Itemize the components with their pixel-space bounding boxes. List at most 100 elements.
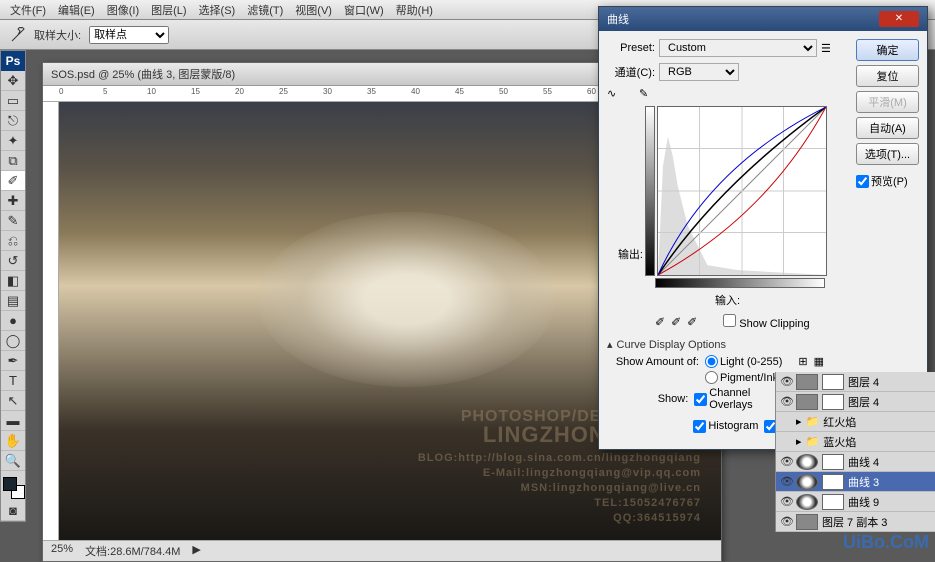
reset-button[interactable]: 复位 (856, 65, 919, 87)
path-tool[interactable]: ↖ (1, 391, 25, 411)
layer-thumb[interactable] (796, 394, 818, 410)
adjustment-thumb[interactable] (796, 454, 818, 470)
preview-checkbox[interactable] (856, 175, 869, 188)
ruler-vertical[interactable] (43, 102, 59, 540)
mask-thumb[interactable] (822, 494, 844, 510)
menu-select[interactable]: 选择(S) (193, 2, 242, 18)
preset-select[interactable]: Custom (659, 39, 817, 57)
blur-tool[interactable]: ● (1, 311, 25, 331)
layer-thumb[interactable] (796, 514, 818, 530)
grid-detail-icon[interactable]: ▦ (814, 355, 824, 368)
mask-thumb[interactable] (822, 474, 844, 490)
layer-row[interactable]: 👁 曲线 9 (776, 492, 935, 512)
gray-point-eyedropper-icon[interactable]: ✐ (671, 315, 681, 329)
layer-name[interactable]: 图层 7 副本 3 (822, 514, 887, 530)
menu-image[interactable]: 图像(I) (101, 2, 145, 18)
status-chevron-icon[interactable]: ▶ (192, 543, 200, 559)
folder-toggle-icon[interactable]: ▸ (796, 435, 802, 448)
ps-logo-icon: Ps (1, 51, 25, 71)
channel-select[interactable]: RGB (659, 63, 739, 81)
black-point-eyedropper-icon[interactable]: ✐ (655, 315, 665, 329)
mask-thumb[interactable] (822, 374, 844, 390)
layer-name[interactable]: 曲线 9 (848, 494, 879, 510)
pen-tool[interactable]: ✒ (1, 351, 25, 371)
gradient-tool[interactable]: ▤ (1, 291, 25, 311)
visibility-icon[interactable]: 👁 (780, 395, 792, 408)
quickmask-toggle[interactable]: ◙ (1, 501, 25, 521)
folder-toggle-icon[interactable]: ▸ (796, 415, 802, 428)
layer-row[interactable]: 👁 图层 4 (776, 392, 935, 412)
menu-help[interactable]: 帮助(H) (390, 2, 439, 18)
preset-menu-icon[interactable]: ☰ (821, 42, 831, 55)
mask-thumb[interactable] (822, 454, 844, 470)
curve-mode-icon[interactable]: ∿ (607, 87, 635, 100)
crop-tool[interactable]: ⧉ (1, 151, 25, 171)
visibility-icon[interactable]: 👁 (780, 515, 792, 528)
toolbox: Ps ✥ ▭ ⎋ ✦ ⧉ ✐ ✚ ✎ ⎌ ↺ ◧ ▤ ● ◯ ✒ T ↖ ▬ ✋… (0, 50, 26, 522)
eyedropper-tool[interactable]: ✐ (1, 171, 25, 191)
visibility-icon[interactable]: 👁 (780, 475, 792, 488)
visibility-icon[interactable]: 👁 (780, 375, 792, 388)
options-button[interactable]: 选项(T)... (856, 143, 919, 165)
light-radio[interactable] (705, 355, 718, 368)
layer-row[interactable]: 👁 曲线 4 (776, 452, 935, 472)
channel-overlays-checkbox[interactable] (694, 393, 707, 406)
mask-thumb[interactable] (822, 394, 844, 410)
move-tool[interactable]: ✥ (1, 71, 25, 91)
stamp-tool[interactable]: ⎌ (1, 231, 25, 251)
pencil-mode-icon[interactable]: ✎ (639, 87, 659, 100)
menu-layer[interactable]: 图层(L) (145, 2, 192, 18)
lasso-tool[interactable]: ⎋ (1, 111, 25, 131)
menu-edit[interactable]: 编辑(E) (52, 2, 101, 18)
auto-button[interactable]: 自动(A) (856, 117, 919, 139)
eraser-tool[interactable]: ◧ (1, 271, 25, 291)
visibility-icon[interactable]: 👁 (780, 495, 792, 508)
dodge-tool[interactable]: ◯ (1, 331, 25, 351)
history-brush-tool[interactable]: ↺ (1, 251, 25, 271)
layer-name[interactable]: 红火焰 (823, 414, 856, 430)
dialog-titlebar[interactable]: 曲线 ✕ (599, 7, 927, 31)
histogram-checkbox[interactable] (693, 420, 706, 433)
ruler-mark: 25 (279, 87, 288, 96)
layer-name[interactable]: 蓝火焰 (823, 434, 856, 450)
layer-thumb[interactable] (796, 374, 818, 390)
wand-tool[interactable]: ✦ (1, 131, 25, 151)
type-tool[interactable]: T (1, 371, 25, 391)
zoom-level[interactable]: 25% (51, 543, 73, 559)
menu-filter[interactable]: 滤镜(T) (241, 2, 289, 18)
layer-name[interactable]: 图层 4 (848, 394, 879, 410)
layer-row[interactable]: 👁 图层 4 (776, 372, 935, 392)
layer-row[interactable]: ▸📁蓝火焰 (776, 432, 935, 452)
menu-view[interactable]: 视图(V) (289, 2, 338, 18)
grid-simple-icon[interactable]: ⊞ (798, 355, 807, 368)
zoom-tool[interactable]: 🔍 (1, 451, 25, 471)
adjustment-thumb[interactable] (796, 494, 818, 510)
white-point-eyedropper-icon[interactable]: ✐ (687, 315, 697, 329)
menu-window[interactable]: 窗口(W) (338, 2, 390, 18)
close-button[interactable]: ✕ (879, 11, 919, 27)
show-clipping-checkbox[interactable] (723, 314, 736, 327)
marquee-tool[interactable]: ▭ (1, 91, 25, 111)
curve-graph[interactable] (657, 106, 827, 276)
sample-size-select[interactable]: 取样点 (89, 26, 169, 44)
layer-row[interactable]: ▸📁红火焰 (776, 412, 935, 432)
adjustment-thumb[interactable] (796, 474, 818, 490)
hand-tool[interactable]: ✋ (1, 431, 25, 451)
pigment-radio[interactable] (705, 371, 718, 384)
color-swatches[interactable] (1, 475, 25, 501)
shape-tool[interactable]: ▬ (1, 411, 25, 431)
layer-name[interactable]: 图层 4 (848, 374, 879, 390)
layer-row[interactable]: 👁 图层 7 副本 3 (776, 512, 935, 532)
layer-row[interactable]: 👁 曲线 3 (776, 472, 935, 492)
layer-name[interactable]: 曲线 3 (848, 474, 879, 490)
chevron-up-icon[interactable]: ▴ (607, 338, 613, 351)
watermark-msn: MSN:lingzhongqiang@live.cn (521, 482, 701, 494)
heal-tool[interactable]: ✚ (1, 191, 25, 211)
ok-button[interactable]: 确定 (856, 39, 919, 61)
brush-tool[interactable]: ✎ (1, 211, 25, 231)
document-status-bar: 25% 文档:28.6M/784.4M ▶ (43, 540, 721, 561)
menu-file[interactable]: 文件(F) (4, 2, 52, 18)
fg-color-swatch[interactable] (3, 477, 17, 491)
layer-name[interactable]: 曲线 4 (848, 454, 879, 470)
visibility-icon[interactable]: 👁 (780, 455, 792, 468)
